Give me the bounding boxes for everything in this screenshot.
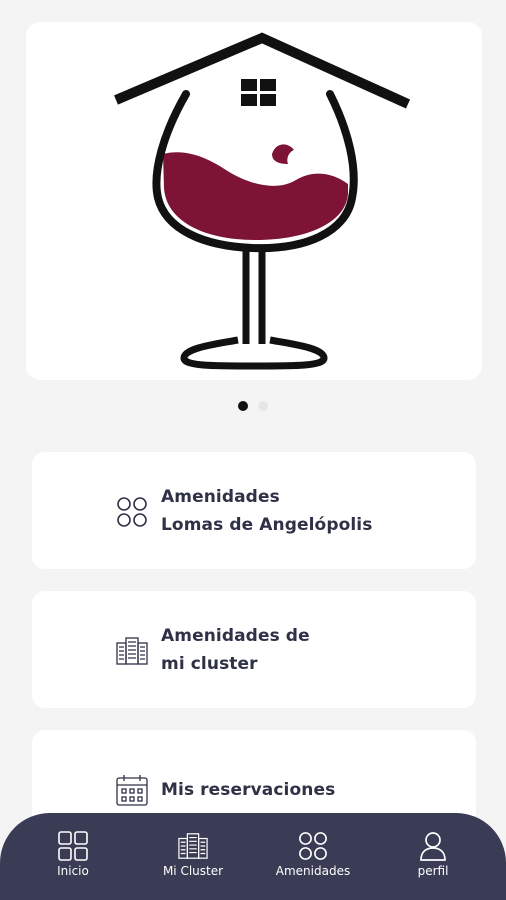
menu-card-line-1: Amenidades de [161,626,310,646]
nav-item-mi-cluster[interactable]: Mi Cluster [138,831,248,879]
building-icon [178,833,208,859]
circles-grid-icon [117,497,147,527]
nav-item-amenidades[interactable]: Amenidades [258,831,368,879]
menu-card-line-2: mi cluster [161,654,258,674]
nav-label-mi-cluster: Mi Cluster [162,864,224,878]
circles-grid-icon [299,832,327,860]
menu-card-line-2: Lomas de Angelópolis [161,515,373,535]
menu-card-line-1: Mis reservaciones [161,780,336,800]
building-icon [116,637,148,665]
menu-card-label: Amenidades Lomas de Angelópolis [161,483,372,539]
menu-card-amenidades-cluster[interactable]: Amenidades de mi cluster [32,591,476,708]
menu-card-label: Amenidades de mi cluster [161,622,310,678]
carousel-indicator [0,401,506,411]
menu-card-line-1: Amenidades [161,487,280,507]
carousel-dot-2[interactable] [258,401,268,411]
nav-item-perfil[interactable]: perfil [378,831,488,879]
calendar-icon [116,775,148,806]
window-shape [241,79,276,106]
wine-house-logo [114,32,411,370]
nav-label-perfil: perfil [417,864,449,878]
nav-label-inicio: Inicio [57,864,89,878]
user-icon [420,832,446,861]
nav-label-amenidades: Amenidades [275,864,351,878]
carousel-dot-1[interactable] [238,401,248,411]
wine-drop [272,144,294,164]
glass-base [180,336,328,370]
glass-stem [242,248,266,344]
menu-card-label: Mis reservaciones [161,776,335,804]
menu-card-amenidades-lomas[interactable]: Amenidades Lomas de Angelópolis [32,452,476,569]
hero-carousel[interactable] [26,22,482,380]
wine-fill [163,152,348,240]
nav-item-inicio[interactable]: Inicio [18,831,128,879]
bottom-nav: Inicio Mi Cluster Amenidades perfil [0,813,506,900]
grid-icon [58,831,88,861]
